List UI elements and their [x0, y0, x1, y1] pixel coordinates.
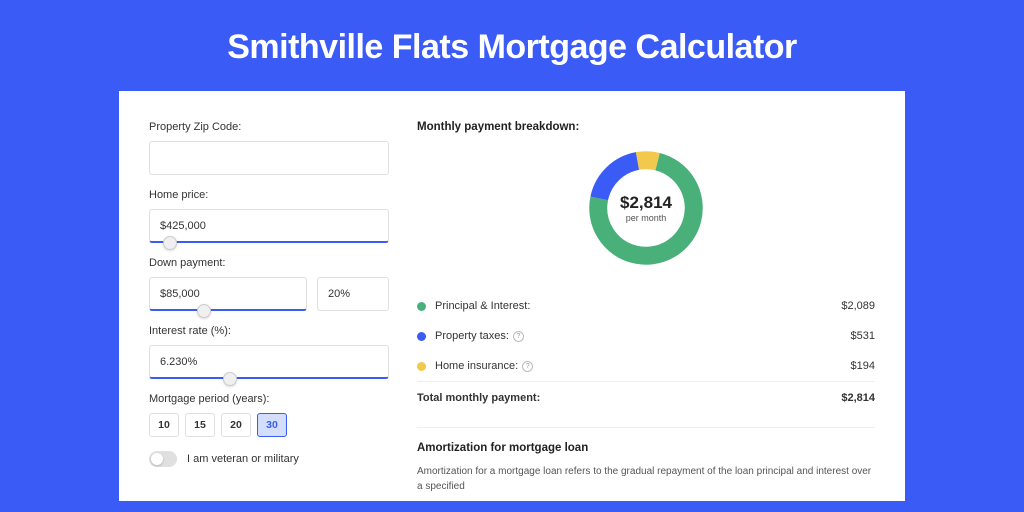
amortization-text: Amortization for a mortgage loan refers … — [417, 464, 875, 494]
donut-sub: per month — [620, 213, 672, 223]
donut-amount: $2,814 — [620, 193, 672, 213]
zip-input[interactable] — [149, 141, 389, 175]
legend-taxes-label: Property taxes: — [435, 330, 509, 342]
legend-taxes: Property taxes: ? $531 — [417, 321, 875, 351]
period-label: Mortgage period (years): — [149, 393, 389, 405]
period-btn-30[interactable]: 30 — [257, 413, 287, 437]
interest-group: Interest rate (%): — [149, 325, 389, 379]
amortization-title: Amortization for mortgage loan — [417, 442, 875, 454]
interest-slider[interactable] — [223, 372, 237, 386]
legend-principal-label: Principal & Interest: — [435, 300, 841, 312]
home-price-label: Home price: — [149, 189, 389, 201]
legend-total-value: $2,814 — [841, 392, 875, 404]
interest-label: Interest rate (%): — [149, 325, 389, 337]
dot-yellow-icon — [417, 362, 426, 371]
down-payment-amount-input[interactable] — [149, 277, 307, 311]
legend-taxes-value: $531 — [851, 330, 875, 342]
down-payment-label: Down payment: — [149, 257, 389, 269]
interest-input[interactable] — [149, 345, 389, 379]
home-price-slider[interactable] — [163, 236, 177, 250]
page-title: Smithville Flats Mortgage Calculator — [0, 0, 1024, 91]
amortization-section: Amortization for mortgage loan Amortizat… — [417, 427, 875, 494]
dot-blue-icon — [417, 332, 426, 341]
home-price-input[interactable] — [149, 209, 389, 243]
breakdown-column: Monthly payment breakdown: $2,814 per mo… — [417, 121, 875, 501]
period-btn-10[interactable]: 10 — [149, 413, 179, 437]
legend-insurance: Home insurance: ? $194 — [417, 351, 875, 381]
legend-total-label: Total monthly payment: — [417, 392, 841, 404]
zip-label: Property Zip Code: — [149, 121, 389, 133]
legend-total: Total monthly payment: $2,814 — [417, 381, 875, 413]
legend-insurance-value: $194 — [851, 360, 875, 372]
info-icon[interactable]: ? — [522, 361, 533, 372]
dot-green-icon — [417, 302, 426, 311]
home-price-group: Home price: — [149, 189, 389, 243]
veteran-label: I am veteran or military — [187, 453, 299, 465]
calculator-card: Property Zip Code: Home price: Down paym… — [119, 91, 905, 501]
donut-chart: $2,814 per month — [583, 145, 709, 271]
down-payment-percent-input[interactable] — [317, 277, 389, 311]
legend-principal-value: $2,089 — [841, 300, 875, 312]
donut-chart-wrap: $2,814 per month — [417, 145, 875, 271]
period-btn-20[interactable]: 20 — [221, 413, 251, 437]
veteran-toggle[interactable] — [149, 451, 177, 467]
legend-insurance-label: Home insurance: — [435, 360, 518, 372]
veteran-row: I am veteran or military — [149, 451, 389, 467]
period-group: Mortgage period (years): 10 15 20 30 — [149, 393, 389, 437]
down-payment-group: Down payment: — [149, 257, 389, 311]
down-payment-slider[interactable] — [197, 304, 211, 318]
period-btn-15[interactable]: 15 — [185, 413, 215, 437]
legend-principal: Principal & Interest: $2,089 — [417, 291, 875, 321]
breakdown-title: Monthly payment breakdown: — [417, 121, 875, 133]
zip-group: Property Zip Code: — [149, 121, 389, 175]
info-icon[interactable]: ? — [513, 331, 524, 342]
period-buttons: 10 15 20 30 — [149, 413, 389, 437]
form-column: Property Zip Code: Home price: Down paym… — [149, 121, 389, 501]
